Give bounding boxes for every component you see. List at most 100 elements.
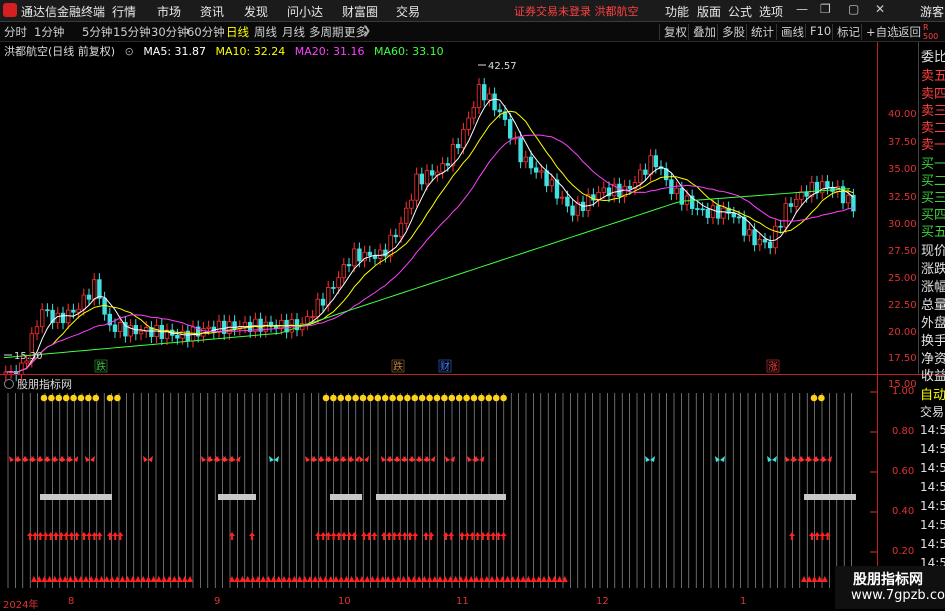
corner-r: R: [923, 23, 929, 32]
triangle-icon: [275, 576, 282, 582]
triangle-icon: [520, 576, 527, 582]
triangle-icon: [187, 576, 193, 582]
triangle-icon: [431, 576, 438, 582]
date-tick: 9: [214, 596, 221, 607]
butterfly-icon: [269, 456, 279, 462]
signal-dot: [330, 394, 337, 402]
up-arrow-icon: [330, 532, 337, 540]
date-tick: 11: [456, 596, 469, 607]
triangle-icon: [811, 576, 818, 582]
indicator-tick: 1.00: [892, 386, 915, 397]
up-arrow-icon: [423, 532, 429, 540]
signal-dot: [500, 394, 507, 402]
candle-body: [440, 163, 445, 173]
price-tick: 22.50: [888, 300, 917, 311]
candle-body: [388, 234, 393, 257]
up-arrow-icon: [386, 532, 393, 540]
candle-body: [528, 156, 534, 169]
up-arrow-icon: [315, 532, 321, 540]
signal-dot: [344, 394, 352, 402]
candle-body: [757, 239, 762, 246]
up-arrow-icon: [809, 532, 815, 540]
price-tick: 32.50: [888, 192, 917, 203]
candle-body: [66, 309, 71, 324]
triangle-icon: [348, 576, 355, 582]
up-arrow-icon: [351, 532, 358, 540]
candle-body: [518, 137, 523, 163]
candle-body: [731, 212, 736, 218]
up-arrow-icon: [391, 532, 398, 540]
auto-label[interactable]: 自动: [920, 384, 945, 403]
candle-body: [315, 298, 320, 317]
triangle-icon: [525, 576, 532, 582]
guest-label[interactable]: 游客: [920, 3, 944, 20]
up-arrow-icon: [58, 532, 65, 540]
signal-dot: [441, 394, 448, 402]
candle-body: [783, 203, 788, 228]
candle-body: [351, 248, 357, 267]
candle-body: [336, 277, 341, 288]
triangle-icon: [530, 576, 537, 582]
triangle-icon: [31, 576, 37, 582]
triangle-icon: [249, 576, 256, 582]
tool-back[interactable]: 返回: [893, 24, 921, 40]
candle-body: [565, 196, 570, 207]
triangle-icon: [260, 576, 267, 582]
ma60-label: MA60: 33.10: [373, 45, 444, 58]
triangle-icon: [400, 576, 407, 582]
candle-body: [684, 195, 690, 205]
indicator-settings-icon[interactable]: [4, 379, 14, 389]
quote-label: 现价: [921, 244, 945, 259]
watermark-title: 股朋指标网: [853, 572, 923, 588]
candle-body: [846, 194, 851, 204]
triangle-icon: [129, 576, 136, 582]
up-arrow-icon: [814, 532, 821, 540]
up-arrow-icon: [107, 532, 113, 540]
candle-body: [523, 156, 528, 163]
candle-body: [102, 297, 107, 315]
candle-body: [19, 362, 24, 376]
triangle-icon: [499, 576, 506, 582]
triangle-icon: [166, 576, 173, 582]
triangle-icon: [489, 576, 495, 582]
triangle-icon: [556, 576, 563, 582]
signal-dot: [322, 394, 330, 402]
candle-body: [627, 185, 632, 189]
price-tick: 25.00: [888, 273, 917, 284]
candle-body: [799, 191, 804, 200]
kline-chart[interactable]: 42.57 15.30 跌 跌 财 涨: [0, 0, 880, 600]
candle-body: [773, 225, 778, 249]
price-tick: 40.00: [888, 109, 917, 120]
triangle-icon: [286, 576, 293, 582]
candle-body: [762, 239, 768, 243]
triangle-icon: [364, 576, 371, 582]
pane-divider[interactable]: [0, 374, 945, 375]
signal-dot: [359, 394, 367, 402]
indicator-tick: 0.80: [892, 426, 915, 437]
up-arrow-icon: [474, 532, 481, 540]
trade-time: 14:56: [920, 423, 945, 437]
triangle-icon: [77, 576, 84, 582]
triangle-icon: [83, 576, 89, 582]
signal-bar: [40, 494, 112, 500]
triangle-icon: [411, 576, 417, 582]
up-arrow-icon: [485, 532, 491, 540]
triangle-icon: [265, 576, 272, 582]
candle-body: [409, 199, 414, 209]
candle-body: [331, 287, 336, 289]
trade-time: 14:56: [920, 480, 945, 494]
up-arrow-icon: [346, 532, 353, 540]
signal-dot: [114, 394, 121, 402]
triangle-icon: [546, 576, 553, 582]
signal-dot: [463, 394, 470, 402]
quote-label: 涨跌: [921, 262, 945, 277]
ma5-label: MA5: 31.87: [143, 45, 207, 58]
settings-circle-icon[interactable]: ⊙: [125, 45, 134, 58]
up-arrow-icon: [381, 532, 387, 540]
signal-dot: [470, 394, 478, 402]
signal-dot: [426, 394, 433, 402]
price-axis-line: [877, 42, 878, 596]
candle-body: [76, 308, 81, 313]
candle-body: [700, 208, 705, 211]
ma10-label: MA10: 32.24: [215, 45, 286, 58]
